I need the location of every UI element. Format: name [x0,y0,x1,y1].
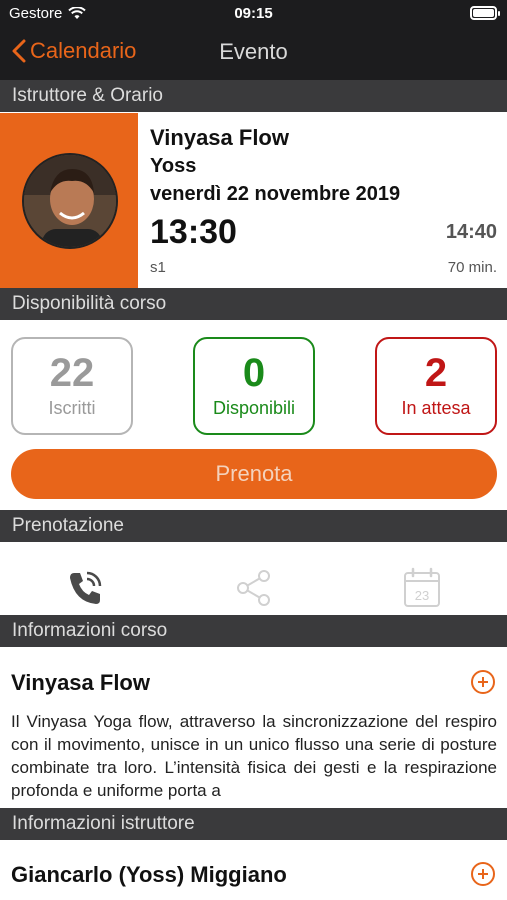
teacher-name: Yoss [150,155,197,177]
status-bar: Gestore 09:15 [0,0,507,28]
course-description: Il Vinyasa Yoga flow, attraverso la sinc… [11,712,497,800]
calendar-icon: 23 [404,567,440,607]
battery-icon [470,6,500,20]
expand-course-info-button[interactable] [471,670,495,694]
clock: 09:15 [234,5,273,22]
section-header-availability: Disponibilità corso [0,288,507,320]
room: s1 [150,259,166,276]
section-header-course-info: Informazioni corso [0,615,507,647]
share-button[interactable] [232,566,276,610]
waiting-box: 2 In attesa [375,337,497,435]
expand-instructor-info-button[interactable] [471,862,495,886]
enrolled-count: 22 [49,351,95,395]
enrolled-label: Iscritti [48,398,96,418]
section-header-booking: Prenotazione [0,510,507,542]
event-date: venerdì 22 novembre 2019 [150,183,401,205]
available-box: 0 Disponibili [193,337,315,435]
section-header-instructor-schedule: Istruttore & Orario [0,80,507,112]
avatar-panel [0,113,138,288]
section-header-instructor-info: Informazioni istruttore [0,808,507,840]
course-name: Vinyasa Flow [150,125,289,150]
instructor-photo [24,155,116,247]
instructor-full-name: Giancarlo (Yoss) Miggiano [11,862,287,887]
booking-actions: 23 [0,562,507,614]
available-label: Disponibili [212,398,296,418]
course-info-title: Vinyasa Flow [11,670,150,695]
share-icon [237,570,270,606]
available-count: 0 [242,351,266,395]
end-time: 14:40 [445,221,497,243]
phone-icon [70,571,102,604]
duration: 70 min. [447,259,497,276]
start-time: 13:30 [150,213,237,251]
waiting-label: In attesa [401,398,471,418]
event-summary: Vinyasa Flow Yoss venerdì 22 novembre 20… [0,113,507,288]
call-button[interactable] [63,566,107,610]
availability-row: 22 Iscritti 0 Disponibili 2 In attesa [0,337,507,437]
avatar [22,153,118,249]
book-button[interactable]: Prenota [11,449,497,499]
event-info: Vinyasa Flow Yoss venerdì 22 novembre 20… [150,113,500,288]
top-bar: Gestore 09:15 Calendario Evento [0,0,507,80]
navigation-bar: Calendario Evento [0,30,507,76]
waiting-count: 2 [424,351,448,395]
enrolled-box: 22 Iscritti [11,337,133,435]
calendar-day: 23 [415,588,429,603]
page-title: Evento [219,39,288,64]
add-to-calendar-button[interactable]: 23 [400,566,444,610]
